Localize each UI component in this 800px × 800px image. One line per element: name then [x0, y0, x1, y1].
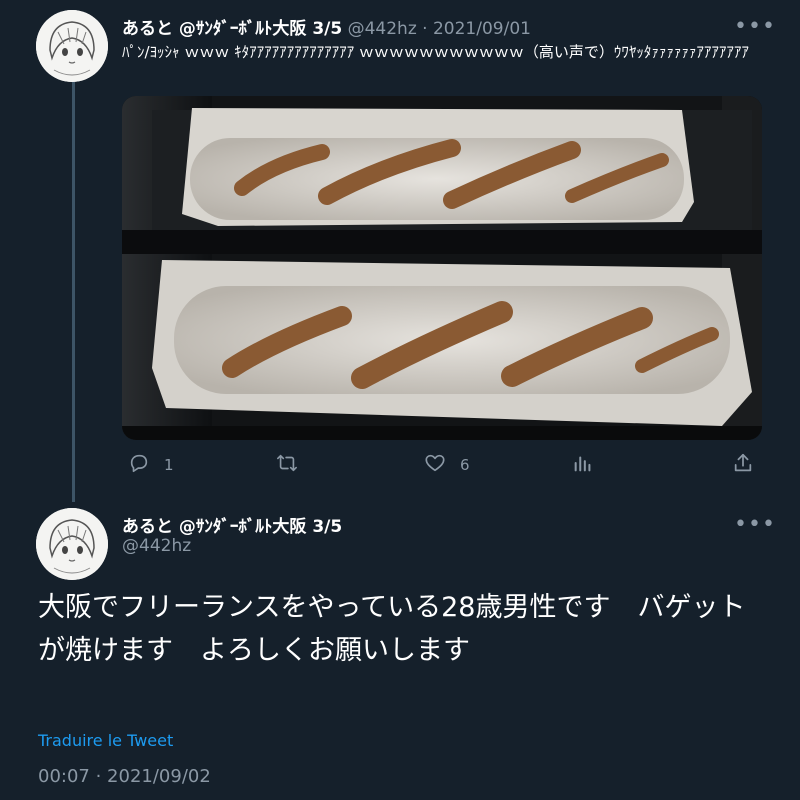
analytics-icon	[572, 452, 594, 478]
like-button[interactable]: 6	[424, 452, 470, 478]
more-options-icon[interactable]: •••	[734, 16, 776, 38]
display-name[interactable]: あると @ｻﾝﾀﾞｰﾎﾞﾙﾄ大阪 3/5	[122, 19, 342, 39]
avatar[interactable]	[36, 508, 108, 580]
more-options-icon[interactable]: •••	[734, 514, 776, 536]
like-count: 6	[460, 456, 470, 474]
reply-icon	[128, 452, 150, 478]
like-icon	[424, 452, 446, 478]
handle[interactable]: @442hz	[348, 19, 417, 39]
tweet-text: ﾊﾟﾝ/ﾖｯｼｬ ｗｗｗ ｷﾀｱｱｱｱｱｱｱｱｱｱｱｱｱｱ ｗｗｗｗｗｗｗｗｗｗ…	[122, 43, 749, 61]
tweet1-header: あると @ｻﾝﾀﾞｰﾎﾞﾙﾄ大阪 3/5 @442hz · 2021/09/01	[122, 14, 531, 39]
tweet-photo[interactable]	[122, 96, 762, 440]
tweet-date[interactable]: 2021/09/01	[433, 19, 531, 39]
avatar-illustration	[36, 508, 108, 580]
avatar[interactable]	[36, 10, 108, 82]
analytics-button[interactable]	[572, 452, 594, 478]
avatar-illustration	[36, 10, 108, 82]
reply-button[interactable]: 1	[128, 452, 174, 478]
share-button[interactable]	[732, 452, 754, 478]
thread-line	[72, 82, 75, 502]
retweet-button[interactable]	[276, 452, 312, 478]
tweet-timestamp[interactable]: 00:07 · 2021/09/02	[38, 766, 211, 787]
reply-count: 1	[164, 456, 174, 474]
retweet-icon	[276, 452, 298, 478]
baguette-photo	[122, 96, 762, 440]
share-icon	[732, 452, 754, 478]
separator: ·	[416, 19, 433, 39]
tweet-text: 大阪でフリーランスをやっている28歳男性です バゲットが焼けます よろしくお願い…	[38, 592, 746, 666]
translate-tweet-link[interactable]: Traduire le Tweet	[38, 731, 173, 750]
display-name[interactable]: あると @ｻﾝﾀﾞｰﾎﾞﾙﾄ大阪 3/5	[122, 517, 342, 537]
tweet2-header: あると @ｻﾝﾀﾞｰﾎﾞﾙﾄ大阪 3/5	[122, 512, 342, 537]
handle[interactable]: @442hz	[122, 536, 191, 556]
